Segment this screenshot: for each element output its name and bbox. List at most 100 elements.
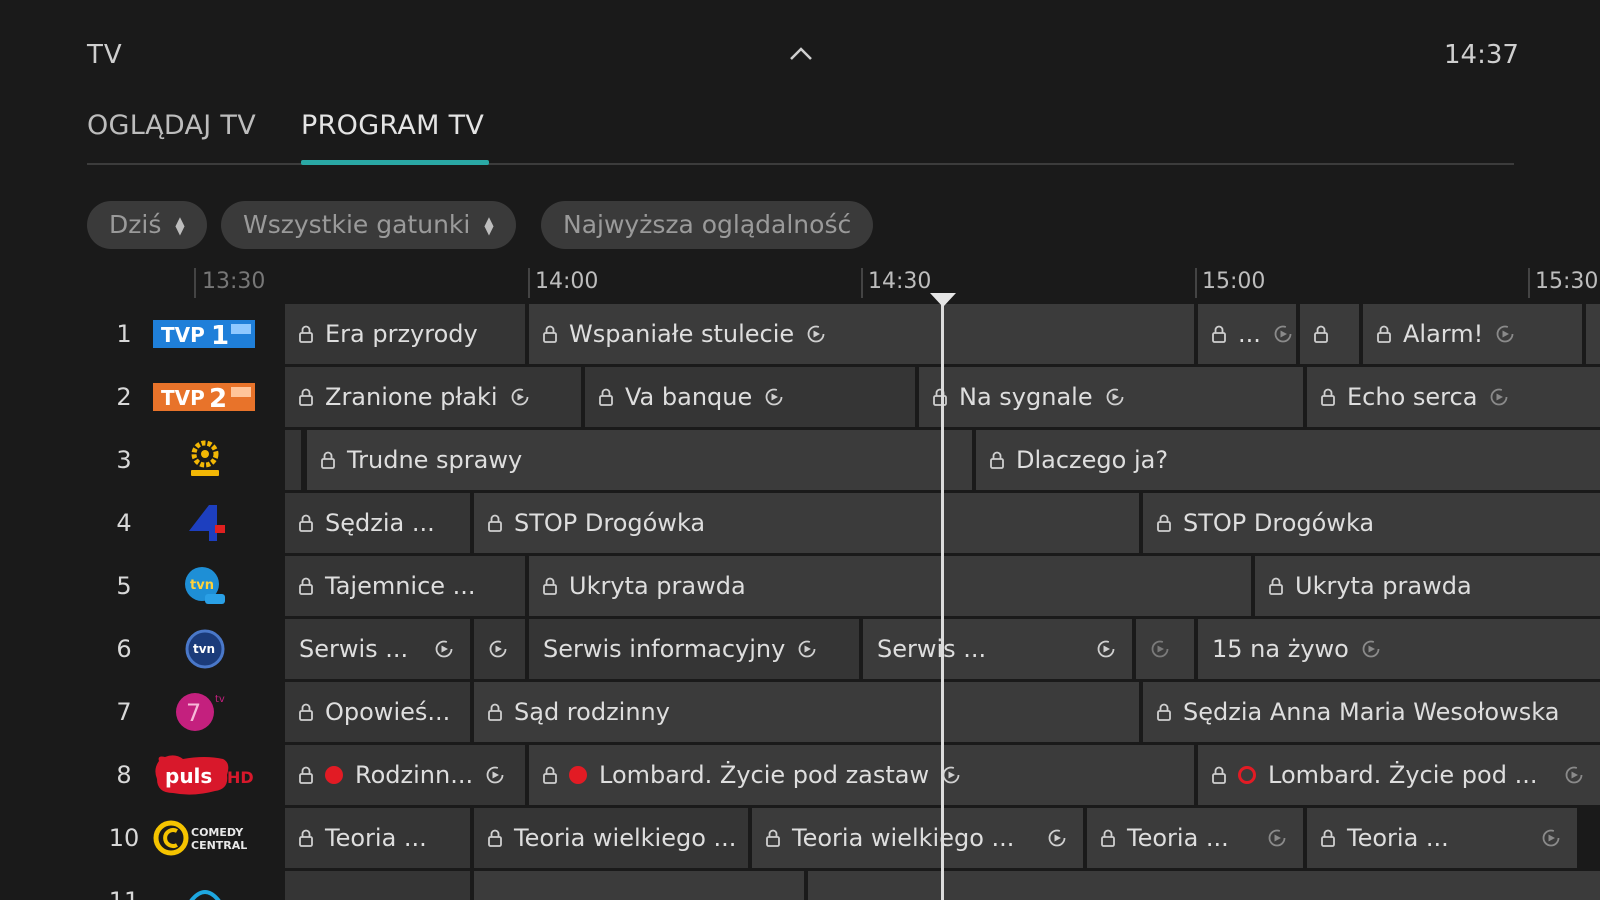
program-cell[interactable]: Na sygnale bbox=[919, 367, 1303, 427]
timeline-tick bbox=[1195, 268, 1197, 298]
program-cell[interactable]: Tajemnice ... bbox=[285, 556, 525, 616]
lock-icon bbox=[299, 577, 313, 595]
program-cell[interactable]: Zranione płaki bbox=[285, 367, 581, 427]
channel-number: 6 bbox=[116, 635, 132, 663]
program-cell[interactable]: Wspaniałe stulecie bbox=[529, 304, 1194, 364]
program-title: Tajemnice ... bbox=[325, 572, 476, 600]
clock: 14:37 bbox=[1444, 40, 1519, 70]
lock-icon bbox=[1269, 577, 1283, 595]
program-cell[interactable]: STOP Drogówka bbox=[474, 493, 1139, 553]
program-cell[interactable]: Trudne sprawy bbox=[307, 430, 972, 490]
channel-logo-tv7[interactable]: 7 tv bbox=[153, 682, 257, 742]
program-title: Lombard. Życie pod zastaw bbox=[599, 761, 930, 789]
program-cell[interactable]: Lombard. Życie pod zastaw bbox=[529, 745, 1194, 805]
program-cell[interactable]: Alarm! bbox=[1363, 304, 1582, 364]
svg-text:HD: HD bbox=[227, 768, 254, 787]
lock-icon bbox=[299, 766, 313, 784]
program-cell[interactable]: Dlaczego ja? bbox=[976, 430, 1600, 490]
program-cell[interactable]: Sędzia ... bbox=[285, 493, 470, 553]
program-cell[interactable]: Ukryta prawda bbox=[529, 556, 1251, 616]
lock-icon bbox=[1212, 766, 1226, 784]
channel-row: 10 COMEDY CENTRAL Teoria ... Teoria wiel… bbox=[0, 808, 1600, 868]
svg-text:tvn: tvn bbox=[193, 642, 215, 656]
svg-text:tv: tv bbox=[215, 694, 225, 705]
program-title: Teoria wielkiego ... bbox=[514, 824, 737, 852]
program-cell[interactable]: Teoria wielkiego ... bbox=[752, 808, 1083, 868]
channel-row: 6 tvn Serwis ... Serwis informacyjny Ser… bbox=[0, 619, 1600, 679]
timeline-label: 15:00 bbox=[1202, 269, 1266, 294]
svg-text:COMEDY: COMEDY bbox=[191, 826, 244, 839]
channel-logo-tvp1[interactable]: TVP 1 bbox=[153, 304, 257, 364]
lock-icon bbox=[990, 451, 1004, 469]
program-title: Dlaczego ja? bbox=[1016, 446, 1169, 474]
channel-logo-polsat[interactable] bbox=[153, 430, 257, 490]
program-cell[interactable]: STOP Drogówka bbox=[1143, 493, 1600, 553]
current-time-line bbox=[941, 300, 944, 900]
lock-icon bbox=[543, 577, 557, 595]
program-cell[interactable]: ... bbox=[1198, 304, 1296, 364]
program-cell[interactable] bbox=[474, 871, 804, 900]
program-cell[interactable] bbox=[474, 619, 525, 679]
program-cell[interactable] bbox=[1136, 619, 1194, 679]
channel-logo-tvpuls[interactable]: puls HD bbox=[153, 745, 257, 805]
replay-icon bbox=[1565, 766, 1583, 784]
program-cell[interactable]: Rodzinn... bbox=[285, 745, 525, 805]
program-cell[interactable]: Teoria ... bbox=[285, 808, 470, 868]
program-title: Va banque bbox=[625, 383, 753, 411]
sort-filter[interactable]: Najwyższa oglądalność bbox=[541, 201, 874, 249]
tab-tv-guide[interactable]: PROGRAM TV bbox=[301, 110, 484, 141]
program-cell[interactable]: Era przyrody bbox=[285, 304, 525, 364]
program-title: Teoria wielkiego ... bbox=[792, 824, 1015, 852]
program-cell[interactable]: Sąd rodzinny bbox=[474, 682, 1139, 742]
program-cell[interactable]: Serwis ... bbox=[863, 619, 1132, 679]
channel-logo-tv4[interactable] bbox=[153, 493, 257, 553]
program-title: Sędzia Anna Maria Wesołowska bbox=[1183, 698, 1560, 726]
program-cell[interactable]: Va banque bbox=[585, 367, 915, 427]
program-cell[interactable] bbox=[1586, 304, 1600, 364]
channel-logo[interactable] bbox=[153, 871, 257, 900]
timeline-tick bbox=[528, 268, 530, 298]
program-cell[interactable]: Serwis informacyjny bbox=[529, 619, 859, 679]
lock-icon bbox=[299, 514, 313, 532]
channel-logo-comedy-central[interactable]: COMEDY CENTRAL bbox=[153, 808, 257, 868]
program-cell[interactable]: Ukryta prawda bbox=[1255, 556, 1600, 616]
program-cell[interactable]: Opowieś... bbox=[285, 682, 470, 742]
svg-text:7: 7 bbox=[186, 699, 201, 727]
lock-icon bbox=[1321, 388, 1335, 406]
day-filter[interactable]: Dziś ▲ ▼ bbox=[87, 201, 207, 249]
channel-number: 11 bbox=[100, 871, 148, 900]
tvp2-logo: TVP 2 bbox=[153, 383, 255, 413]
program-cell[interactable] bbox=[808, 871, 1600, 900]
program-cell[interactable]: Teoria ... bbox=[1087, 808, 1303, 868]
program-cell[interactable] bbox=[285, 871, 470, 900]
lock-icon bbox=[299, 703, 313, 721]
tab-watch-tv[interactable]: OGLĄDAJ TV bbox=[87, 110, 256, 141]
program-cell[interactable]: 15 na żywo bbox=[1198, 619, 1600, 679]
program-cell[interactable]: Sędzia Anna Maria Wesołowska bbox=[1143, 682, 1600, 742]
channel-logo-tvn[interactable]: tvn bbox=[153, 556, 257, 616]
program-guide-grid[interactable]: 1 TVP 1 Era przyrody Wspaniałe stulecie … bbox=[0, 304, 1600, 900]
lock-icon bbox=[1314, 325, 1328, 343]
program-cell[interactable]: Lombard. Życie pod ... bbox=[1198, 745, 1600, 805]
program-cell[interactable]: Serwis ... bbox=[285, 619, 470, 679]
program-cell[interactable]: Echo serca bbox=[1307, 367, 1600, 427]
channel-row: 7 7 tv Opowieś... Sąd rodzinny Sędzia An… bbox=[0, 682, 1600, 742]
lock-icon bbox=[321, 451, 335, 469]
sort-arrows-icon: ▲ ▼ bbox=[175, 214, 185, 237]
channel-logo-tvn24[interactable]: tvn bbox=[153, 619, 257, 679]
replay-icon bbox=[1097, 640, 1115, 658]
program-cell[interactable] bbox=[1300, 304, 1359, 364]
program-cell[interactable]: Teoria wielkiego ... bbox=[474, 808, 748, 868]
day-filter-label: Dziś bbox=[109, 210, 162, 239]
genre-filter[interactable]: Wszystkie gatunki ▲ ▼ bbox=[221, 201, 516, 249]
genre-filter-label: Wszystkie gatunki bbox=[243, 210, 471, 239]
lock-icon bbox=[299, 325, 313, 343]
program-title: Teoria ... bbox=[1347, 824, 1449, 852]
chevron-up-icon[interactable] bbox=[788, 44, 814, 64]
program-cell[interactable] bbox=[285, 430, 301, 490]
program-cell[interactable]: Teoria ... bbox=[1307, 808, 1577, 868]
svg-text:TVP: TVP bbox=[161, 323, 205, 347]
lock-icon bbox=[766, 829, 780, 847]
tvn24-logo: tvn bbox=[185, 629, 225, 669]
channel-logo-tvp2[interactable]: TVP 2 bbox=[153, 367, 257, 427]
